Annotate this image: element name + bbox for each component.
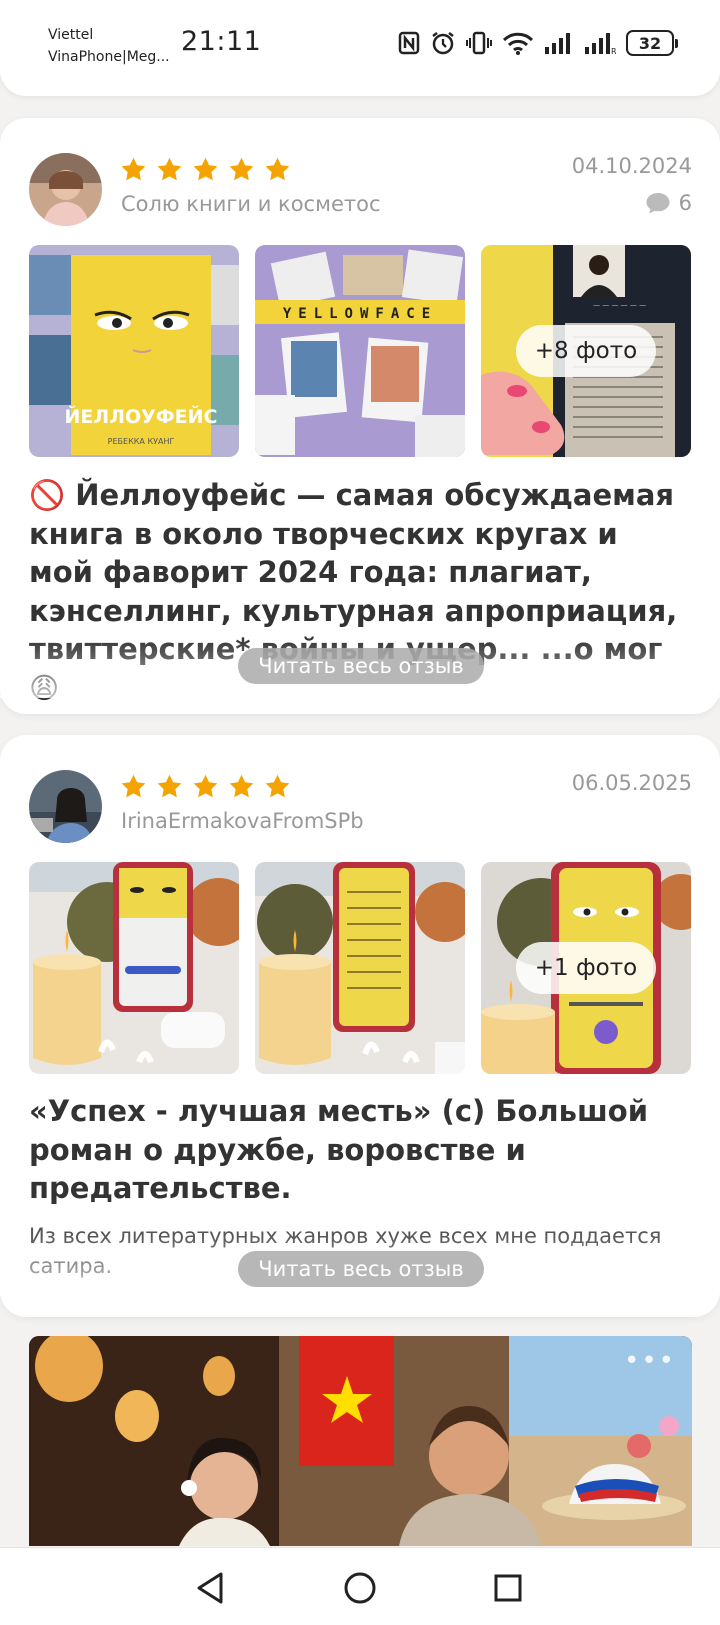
- star-icon: [121, 157, 146, 181]
- wifi-icon: [502, 32, 534, 55]
- avatar[interactable]: [29, 770, 102, 843]
- star-icon: [229, 157, 254, 181]
- review-text: «Успех - лучшая месть» (с) Большой роман…: [29, 1094, 649, 1205]
- svg-text:R: R: [611, 47, 616, 55]
- status-bar: Viettel VinaPhone|Meg... 21:11 R 32: [0, 0, 720, 96]
- review-date: 06.05.2025: [571, 771, 692, 795]
- review-photos: +1 фото: [29, 862, 692, 1074]
- star-icon: [157, 774, 182, 798]
- review-date: 04.10.2024: [571, 154, 692, 178]
- nfc-icon: [398, 31, 420, 55]
- signal-icon: [545, 33, 570, 54]
- comment-icon: [646, 193, 670, 214]
- more-photos-badge[interactable]: +8 фото: [516, 325, 656, 377]
- star-icon: [193, 774, 218, 798]
- review-photo[interactable]: YELLOWFACE: [255, 245, 465, 457]
- review-photo[interactable]: +1 фото: [481, 862, 691, 1074]
- carrier-2: VinaPhone|Meg...: [48, 49, 170, 65]
- more-photos-badge[interactable]: +1 фото: [516, 942, 656, 994]
- read-full-review-button[interactable]: Читать весь отзыв: [238, 648, 484, 684]
- review-photo[interactable]: — — — — — — +8 фото: [481, 245, 691, 457]
- status-icons: R 32: [398, 30, 678, 56]
- home-icon[interactable]: [338, 1566, 382, 1610]
- recents-icon[interactable]: [486, 1566, 530, 1610]
- star-icon: [193, 157, 218, 181]
- star-icon: [157, 157, 182, 181]
- star-icon: [121, 774, 146, 798]
- svg-text:— — — — — —: — — — — — —: [593, 301, 646, 309]
- review-author[interactable]: Солю книги и косметос: [121, 192, 381, 216]
- avatar[interactable]: [29, 153, 102, 226]
- star-icon: [229, 774, 254, 798]
- status-time: 21:11: [181, 26, 262, 57]
- photo-caption-yellowface: YELLOWFACE: [283, 306, 437, 322]
- review-author[interactable]: IrinaErmakovaFromSPb: [121, 809, 364, 833]
- comments-count[interactable]: 6: [645, 191, 692, 215]
- review-photos: ЙЕЛЛОУФЕЙС РЕБЕККА КУАНГ YELLOWFACE — — …: [29, 245, 692, 457]
- photo-book-author: РЕБЕККА КУАНГ: [108, 437, 175, 446]
- star-icon: [265, 157, 290, 181]
- photo-book-title: ЙЕЛЛОУФЕЙС: [65, 405, 218, 428]
- review-photo[interactable]: [255, 862, 465, 1074]
- back-icon[interactable]: [188, 1566, 232, 1610]
- battery-indicator: 32: [626, 30, 678, 56]
- star-icon: [265, 774, 290, 798]
- post-image[interactable]: •••: [29, 1336, 692, 1546]
- rating-stars: [120, 156, 291, 183]
- alarm-icon: [432, 32, 454, 55]
- comments-count-value: 6: [678, 191, 692, 215]
- review-card[interactable]: IrinaErmakovaFromSPb 06.05.2025 +1 фото …: [0, 735, 720, 1317]
- rating-stars: [120, 773, 291, 800]
- carrier-1: Viettel: [48, 27, 94, 43]
- review-photo[interactable]: [29, 862, 239, 1074]
- review-photo[interactable]: ЙЕЛЛОУФЕЙС РЕБЕККА КУАНГ: [29, 245, 239, 457]
- ellipsis-icon[interactable]: •••: [624, 1346, 676, 1376]
- carrier-info: Viettel VinaPhone|Meg...: [48, 24, 170, 68]
- read-full-review-button[interactable]: Читать весь отзыв: [238, 1251, 484, 1287]
- system-nav-bar: [0, 1547, 720, 1625]
- signal-roaming-icon: R: [585, 33, 616, 55]
- vibrate-icon: [466, 31, 492, 55]
- review-card[interactable]: Солю книги и косметос 04.10.2024 6 ЙЕЛЛО…: [0, 118, 720, 714]
